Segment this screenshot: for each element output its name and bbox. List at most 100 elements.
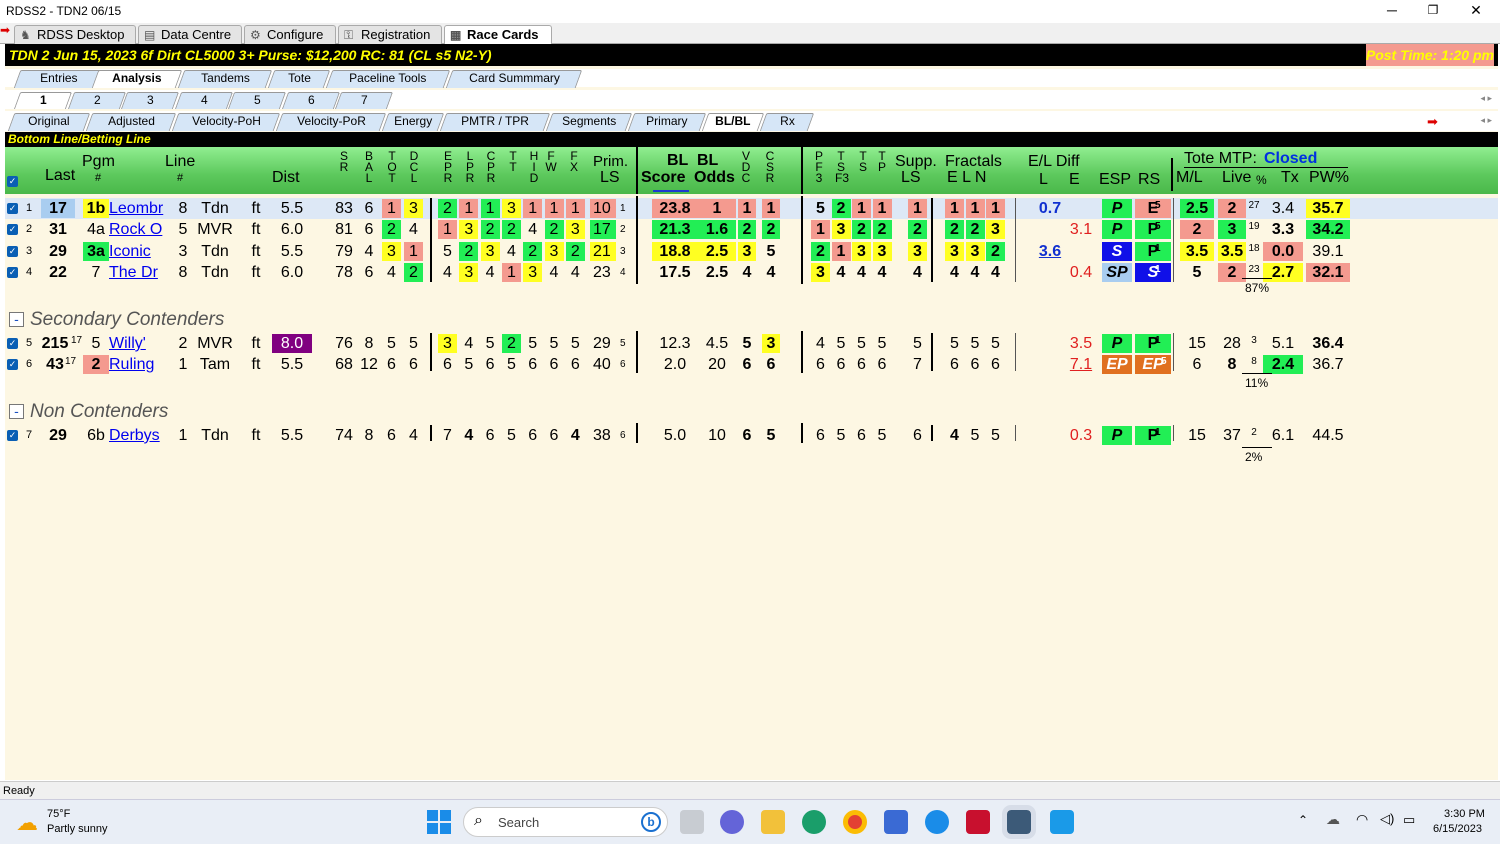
minimize-button[interactable]: ─ — [1372, 0, 1412, 20]
group-pct: 87% — [1245, 281, 1270, 295]
tab-rdss-desktop[interactable]: ♞ RDSS Desktop — [14, 25, 136, 44]
store-icon[interactable] — [884, 810, 908, 834]
tab-card-summmary[interactable]: Card Summmary — [445, 70, 583, 88]
bottom-line-label: Bottom Line/Betting Line — [5, 132, 1498, 147]
horse-name-link[interactable]: Leombr — [109, 199, 171, 218]
surface: ft — [251, 243, 261, 260]
clock-date[interactable]: 6/15/2023 — [1433, 823, 1482, 835]
prim-sup: 6 — [620, 430, 626, 441]
dcl: 2 — [404, 263, 423, 282]
row-checkbox[interactable]: ✓ — [7, 246, 18, 257]
collapse-button[interactable]: - — [9, 312, 24, 328]
vdc: 5 — [742, 335, 752, 352]
file-explorer-icon[interactable] — [761, 810, 785, 834]
view-tab-velocity-por[interactable]: Velocity-PoR — [275, 113, 387, 131]
hp-icon[interactable] — [1050, 810, 1074, 834]
distance: 5.5 — [280, 243, 304, 260]
view-tab-scroll-arrows[interactable]: ◂ ▸ — [1480, 115, 1492, 126]
separator — [1015, 425, 1016, 441]
chrome-icon[interactable] — [843, 810, 867, 834]
tab-analysis[interactable]: Analysis — [91, 70, 183, 88]
wifi-icon[interactable]: ◠ — [1356, 811, 1368, 828]
separator — [1173, 425, 1174, 441]
horse-name-link[interactable]: Ruling — [109, 355, 171, 374]
separator — [1015, 198, 1016, 282]
view-tab-velocity-poh[interactable]: Velocity-PoH — [171, 113, 281, 131]
row-checkbox[interactable]: ✓ — [7, 338, 18, 349]
view-tab-original[interactable]: Original — [7, 113, 91, 131]
view-tab-pmtr-tpr[interactable]: PMTR / TPR — [439, 113, 551, 131]
view-tab-adjusted[interactable]: Adjusted — [85, 113, 177, 131]
horse-name-link[interactable]: Willy' — [109, 334, 171, 353]
vdc: 1 — [738, 199, 756, 218]
tab-data-centre[interactable]: ▤ Data Centre — [138, 25, 242, 44]
factor-0: 5 — [443, 243, 452, 260]
maximize-button[interactable]: ❐ — [1413, 0, 1453, 20]
program-number: 7 — [91, 264, 101, 281]
search-box[interactable]: ⌕ Search b — [463, 807, 668, 837]
tab-paceline-tools[interactable]: Paceline Tools — [325, 70, 451, 88]
separator — [430, 198, 432, 282]
hdr-tote-status: Closed — [1264, 150, 1318, 167]
tab-configure[interactable]: ⚙ Configure — [244, 25, 336, 44]
factor-3: 3 — [501, 199, 521, 218]
windows-start-icon[interactable] — [427, 810, 451, 834]
rdss-app-icon[interactable] — [1002, 805, 1036, 839]
tab-label: Tote — [287, 71, 311, 85]
horse-icon: ♞ — [20, 28, 31, 42]
tab-tote[interactable]: Tote — [267, 70, 331, 88]
hdr-supp-ls: LS — [901, 169, 921, 186]
horse-name-link[interactable]: Rock O — [109, 220, 171, 239]
row-checkbox[interactable]: ✓ — [7, 430, 18, 441]
export-icon[interactable]: ➡ — [1427, 114, 1438, 130]
chat-icon[interactable] — [720, 810, 744, 834]
select-all-checkbox[interactable]: ✓ — [7, 176, 18, 187]
help-icon[interactable] — [925, 810, 949, 834]
race-tab-2[interactable]: 2 — [67, 92, 126, 109]
tab-label: Entries — [40, 71, 78, 85]
supp-ls: 1 — [908, 199, 927, 218]
horse-name-link[interactable]: Iconic — [109, 242, 171, 261]
close-button[interactable]: ✕ — [1456, 0, 1496, 20]
row-checkbox[interactable]: ✓ — [7, 267, 18, 278]
view-tab-primary[interactable]: Primary — [627, 113, 707, 131]
bing-icon[interactable]: b — [641, 812, 661, 832]
row-checkbox[interactable]: ✓ — [7, 224, 18, 235]
volume-icon[interactable]: ◁) — [1380, 811, 1394, 827]
race-tab-5[interactable]: 5 — [227, 92, 287, 109]
horse-name-link[interactable]: The Dr — [109, 263, 171, 282]
row-checkbox[interactable]: ✓ — [7, 359, 18, 370]
view-tab-label: PMTR / TPR — [461, 114, 530, 128]
view-tab-bl-bl[interactable]: BL/BL — [701, 113, 765, 131]
tab-registration[interactable]: ⚿ Registration — [338, 25, 442, 44]
clock-time[interactable]: 3:30 PM — [1444, 808, 1485, 820]
factor-2: 4 — [485, 264, 495, 281]
horse-name-link[interactable]: Derbys — [109, 426, 171, 445]
tab-race-cards[interactable]: ▦ Race Cards — [444, 25, 552, 44]
race-tab-1[interactable]: 1 — [13, 92, 73, 109]
dcl: 4 — [409, 221, 418, 238]
race-tab-6[interactable]: 6 — [281, 92, 340, 109]
race-tab-3[interactable]: 3 — [120, 92, 180, 109]
collapse-button[interactable]: - — [9, 404, 24, 420]
race-tab-label: 6 — [307, 93, 314, 107]
view-tab-rx[interactable]: Rx — [759, 113, 815, 131]
race-tab-4[interactable]: 4 — [174, 92, 233, 109]
cloud-icon[interactable]: ☁ — [1326, 811, 1340, 828]
last-race-days: 29 — [49, 243, 67, 260]
race-tab-scroll-arrows[interactable]: ◂ ▸ — [1480, 93, 1492, 104]
view-tab-energy[interactable]: Energy — [381, 113, 445, 131]
mcafee-icon[interactable] — [966, 810, 990, 834]
tab-entries[interactable]: Entries — [13, 70, 105, 88]
chevron-up-icon[interactable]: ⌃ — [1298, 813, 1308, 827]
csr: 2 — [762, 220, 780, 239]
battery-icon[interactable]: ▭ — [1403, 812, 1415, 828]
tab-tandems[interactable]: Tandems — [177, 70, 273, 88]
row-checkbox[interactable]: ✓ — [7, 203, 18, 214]
edge-icon[interactable] — [802, 810, 826, 834]
view-tab-segments[interactable]: Segments — [545, 113, 633, 131]
hdr-line-hash: # — [177, 172, 184, 184]
race-tab-7[interactable]: 7 — [334, 92, 394, 109]
hdr-ts-1: S — [858, 160, 867, 174]
task-view-icon[interactable] — [680, 810, 704, 834]
